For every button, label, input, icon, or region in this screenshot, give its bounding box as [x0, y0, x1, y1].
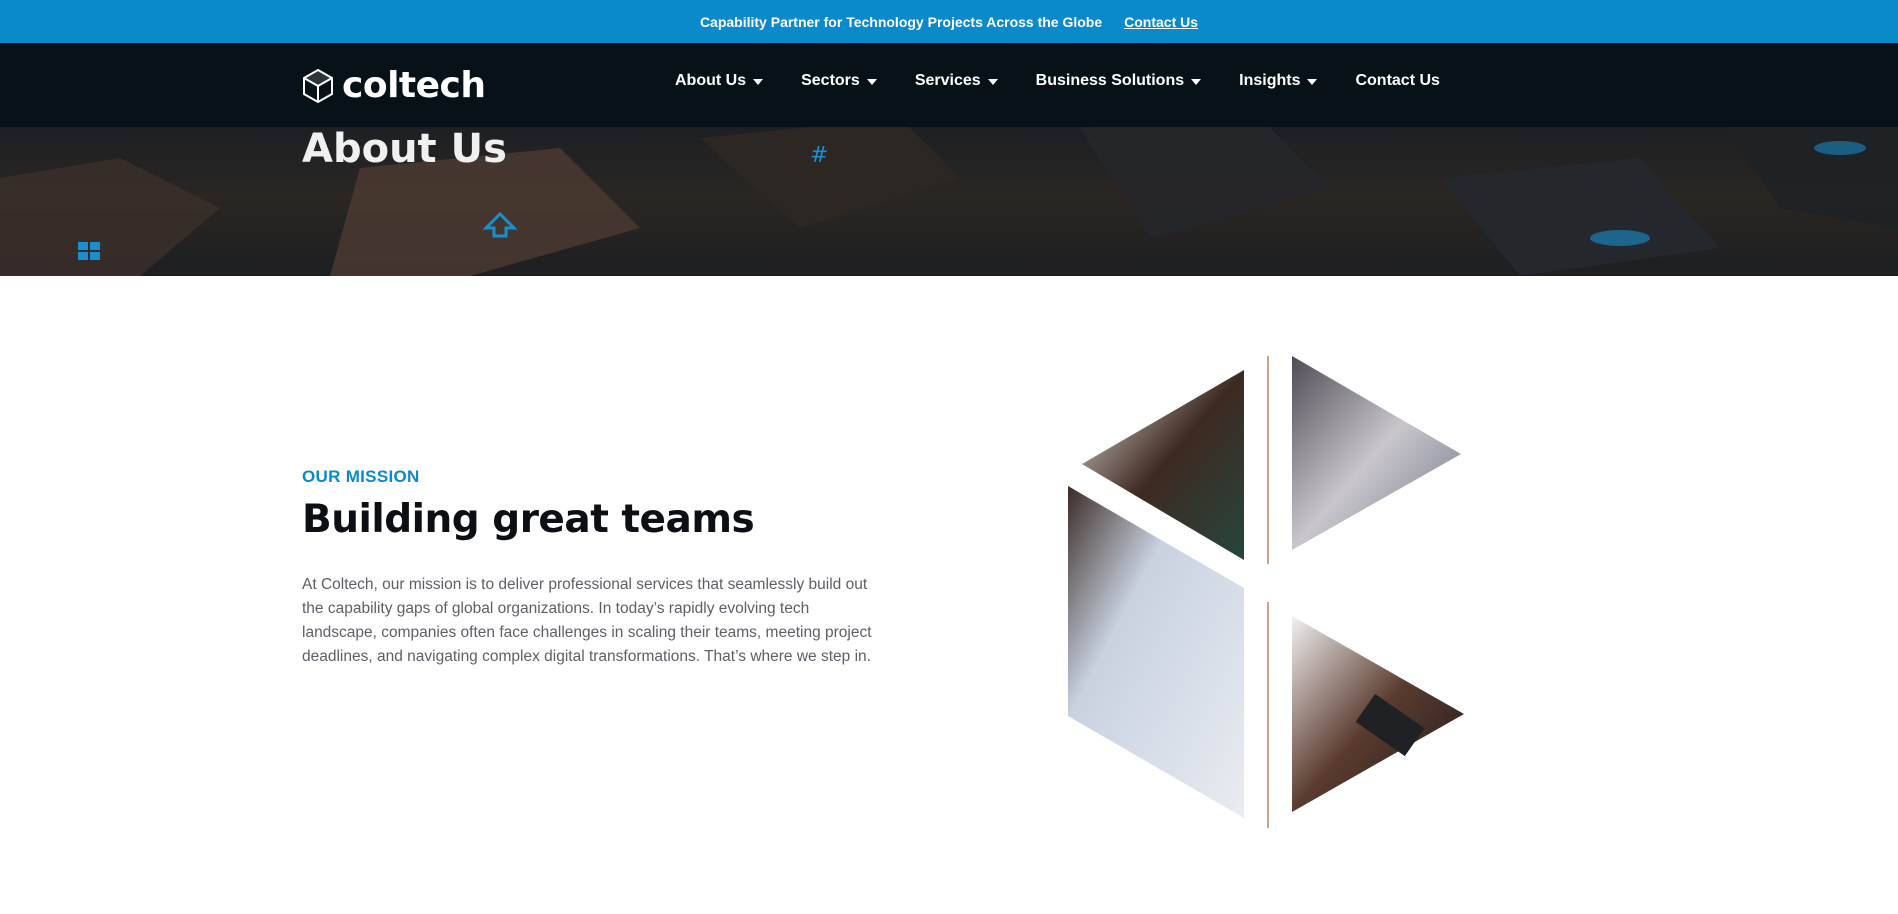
logo-cube-icon: [303, 68, 333, 103]
main-header: coltech About Us Sectors Services Busine…: [0, 43, 1898, 127]
caret-down-icon: [753, 79, 764, 85]
caret-down-icon: [1307, 79, 1318, 85]
team-hexagon-photo: [1068, 356, 1464, 828]
nav-contact-us[interactable]: Contact Us: [1355, 72, 1439, 90]
section-eyebrow: OUR MISSION: [302, 467, 420, 486]
logo[interactable]: coltech: [302, 65, 486, 106]
nav-services[interactable]: Services: [915, 72, 998, 90]
nav-label: Insights: [1239, 72, 1301, 89]
hero-banner: # About Us: [0, 118, 1898, 276]
caret-down-icon: [1191, 79, 1202, 85]
keyboard-background-image: #: [0, 118, 1898, 276]
nav-sectors[interactable]: Sectors: [801, 72, 877, 90]
announcement-bar: Capability Partner for Technology Projec…: [0, 0, 1898, 43]
nav-label: Services: [914, 72, 981, 89]
topbar-contact-link[interactable]: Contact Us: [1124, 14, 1198, 30]
nav-insights[interactable]: Insights: [1239, 72, 1318, 90]
page-title: About Us: [302, 126, 507, 172]
caret-down-icon: [987, 79, 998, 85]
nav-about-us[interactable]: About Us: [675, 72, 764, 90]
section-heading: Building great teams: [302, 497, 755, 542]
svg-text:#: #: [810, 143, 828, 168]
caret-down-icon: [866, 79, 877, 85]
logo-wordmark: coltech: [342, 65, 486, 106]
nav-label: Contact Us: [1355, 72, 1440, 89]
nav-business-solutions[interactable]: Business Solutions: [1035, 72, 1202, 90]
nav-label: About Us: [675, 72, 747, 89]
mission-paragraph: At Coltech, our mission is to deliver pr…: [302, 576, 872, 665]
nav-label: Sectors: [801, 72, 860, 89]
primary-nav: About Us Sectors Services Business Solut…: [675, 72, 1440, 90]
nav-label: Business Solutions: [1035, 72, 1185, 89]
announcement-text: Capability Partner for Technology Projec…: [699, 13, 1103, 30]
